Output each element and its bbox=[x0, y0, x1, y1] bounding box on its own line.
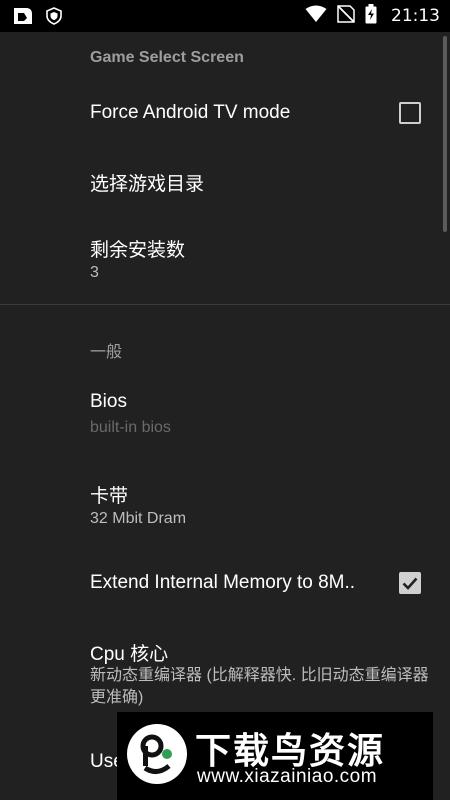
pref-cpu-summary: 新动态重编译器 (比解释器快. 比旧动态重编译器更准确) bbox=[90, 667, 429, 706]
status-left-icons bbox=[12, 5, 62, 32]
pref-force-tv-title: Force Android TV mode bbox=[90, 102, 291, 123]
status-bar: 21:13 bbox=[0, 0, 450, 32]
status-time: 21:13 bbox=[391, 6, 440, 26]
status-right-icons: 21:13 bbox=[305, 0, 440, 32]
settings-screen: 21:13 Game Select Screen Force Android T… bbox=[0, 0, 450, 800]
force-tv-checkbox[interactable] bbox=[399, 102, 421, 124]
pref-cpu-title: Cpu 核心 bbox=[90, 644, 169, 665]
scrollbar[interactable] bbox=[443, 36, 447, 232]
watermark-logo-icon bbox=[127, 724, 187, 784]
shield-icon bbox=[46, 7, 62, 30]
app-notification-icon bbox=[12, 5, 34, 32]
pref-installs-summary: 3 bbox=[90, 264, 99, 281]
pref-bios-summary: built-in bios bbox=[90, 419, 171, 436]
pref-installs-title: 剩余安装数 bbox=[90, 240, 186, 261]
pref-extend-memory-title: Extend Internal Memory to 8M.. bbox=[90, 572, 356, 593]
watermark-url: www.xiazainiao.com bbox=[197, 766, 378, 787]
battery-charging-icon bbox=[365, 3, 377, 29]
check-icon bbox=[402, 577, 418, 590]
pref-cartridge-title: 卡带 bbox=[90, 486, 129, 507]
section-divider bbox=[0, 304, 450, 305]
pref-cartridge-summary: 32 Mbit Dram bbox=[90, 510, 187, 527]
pref-select-dir-title: 选择游戏目录 bbox=[90, 174, 205, 195]
wifi-icon bbox=[305, 5, 327, 28]
pref-bios-title: Bios bbox=[90, 391, 127, 412]
category-general: 一般 bbox=[90, 344, 123, 361]
watermark-overlay: 下载鸟资源 www.xiazainiao.com bbox=[117, 712, 433, 800]
no-sim-icon bbox=[337, 4, 355, 28]
extend-memory-checkbox[interactable] bbox=[399, 572, 421, 594]
category-game-select: Game Select Screen bbox=[90, 49, 244, 66]
